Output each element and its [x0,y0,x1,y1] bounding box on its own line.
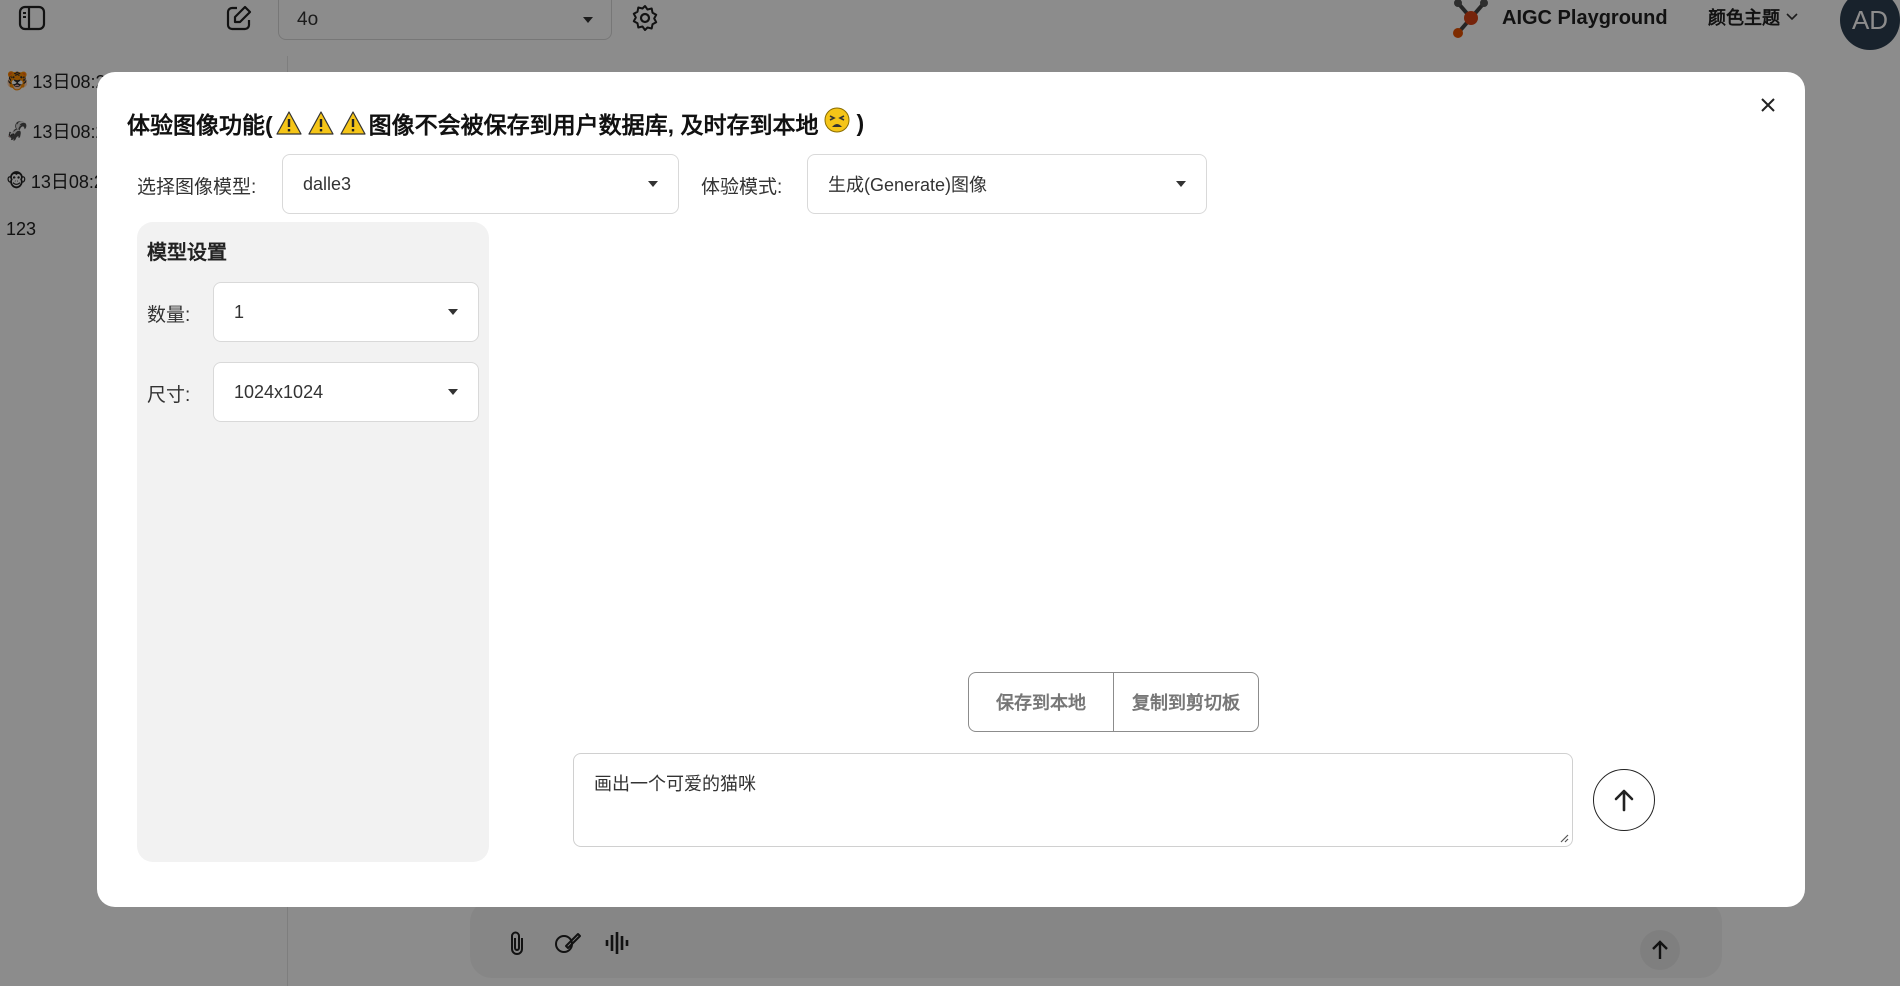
warning-icon [276,111,302,135]
title-prefix: 体验图像功能( [127,112,273,138]
chevron-down-icon [448,389,458,395]
chevron-down-icon [448,309,458,315]
chevron-down-icon [1176,181,1186,187]
quantity-value: 1 [234,301,245,322]
prompt-input[interactable]: 画出一个可爱的猫咪 [573,753,1573,847]
title-text: 图像不会被保存到用户数据库, 及时存到本地 [368,112,819,138]
quantity-label: 数量: [147,305,191,326]
tired-face-icon [824,107,850,139]
settings-title: 模型设置 [147,242,227,264]
close-icon [1761,98,1775,112]
prompt-text: 画出一个可爱的猫咪 [594,774,756,794]
image-actions: 保存到本地 复制到剪切板 [968,672,1259,732]
close-button[interactable] [1753,90,1783,120]
size-value: 1024x1024 [234,381,324,402]
size-label: 尺寸: [147,385,191,406]
mode-value: 生成(Generate)图像 [828,175,988,195]
generate-send-button[interactable] [1593,769,1655,831]
size-select[interactable]: 1024x1024 [213,362,479,422]
dialog-title: 体验图像功能( 图像不会被保存到用户数据库, 及时存到本地 ) [127,106,864,140]
mode-label: 体验模式: [701,177,783,198]
copy-clipboard-button[interactable]: 复制到剪切板 [1113,673,1258,731]
mode-select[interactable]: 生成(Generate)图像 [807,154,1207,214]
image-model-select[interactable]: dalle3 [282,154,679,214]
chevron-down-icon [648,181,658,187]
warning-icon [340,111,366,135]
save-local-button[interactable]: 保存到本地 [969,673,1113,731]
warning-icon [308,111,334,135]
image-dialog: 体验图像功能( 图像不会被保存到用户数据库, 及时存到本地 ) 选择图像模型: … [97,72,1805,907]
quantity-select[interactable]: 1 [213,282,479,342]
title-suffix: ) [856,109,865,136]
arrow-up-icon [1614,789,1634,812]
model-settings-panel: 模型设置 数量: 1 尺寸: 1024x1024 [137,222,489,862]
resize-handle-icon[interactable] [1559,833,1569,843]
image-model-label: 选择图像模型: [137,177,257,198]
image-model-value: dalle3 [303,173,352,194]
